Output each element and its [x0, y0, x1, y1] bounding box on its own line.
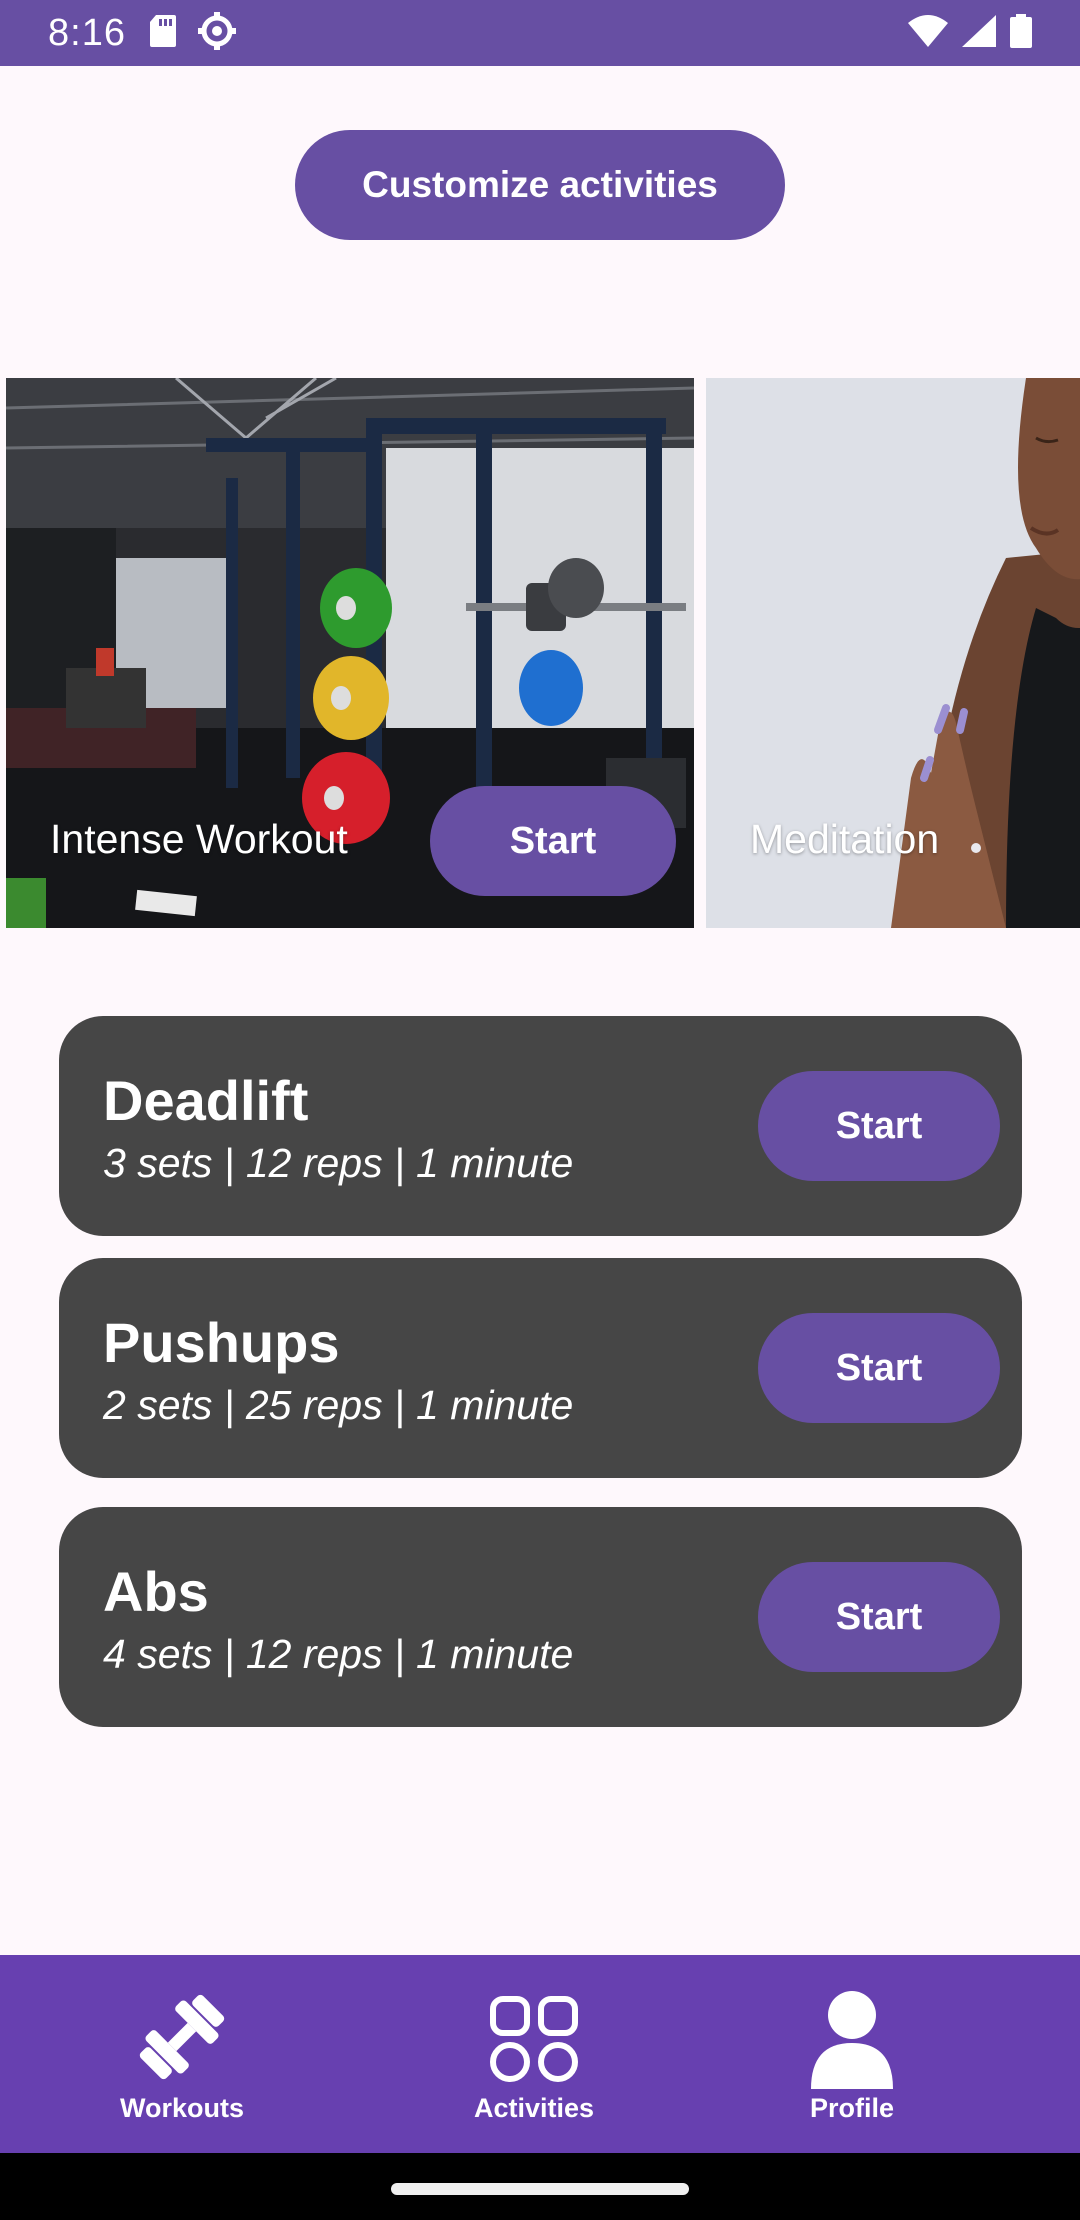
dumbbell-icon	[132, 1987, 232, 2092]
deadlift-start-button[interactable]: Start	[758, 1071, 1000, 1181]
carousel-item-label: Meditation	[750, 816, 940, 862]
status-left-icons	[149, 11, 236, 55]
exercise-name: Deadlift	[103, 1069, 309, 1132]
system-nav-bar	[0, 2153, 1080, 2220]
nav-label: Workouts	[119, 2093, 244, 2123]
status-right-icons	[908, 13, 1032, 53]
nav-label: Profile	[809, 2093, 895, 2123]
status-bar: 8:16	[0, 0, 1080, 66]
abs-start-button[interactable]: Start	[758, 1562, 1000, 1672]
customize-activities-button[interactable]: Customize activities	[295, 130, 785, 240]
exercise-detail: 3 sets | 12 reps | 1 minute	[103, 1140, 574, 1186]
exercise-card-deadlift: Deadlift 3 sets | 12 reps | 1 minute Sta…	[59, 1016, 1022, 1236]
status-time: 8:16	[48, 11, 126, 54]
nav-label: Activities	[473, 2093, 595, 2123]
settings-gear-icon	[197, 11, 236, 55]
carousel-item-meditation[interactable]: Meditation	[706, 378, 1080, 928]
pushups-start-button[interactable]: Start	[758, 1313, 1000, 1423]
exercise-card-pushups: Pushups 2 sets | 25 reps | 1 minute Star…	[59, 1258, 1022, 1478]
person-icon	[807, 1989, 897, 2094]
nav-item-workouts[interactable]: Workouts	[100, 1955, 264, 2153]
signal-icon	[962, 14, 996, 52]
exercise-name: Pushups	[103, 1311, 340, 1374]
sd-card-icon	[149, 14, 176, 52]
app-screen: 8:16 Customize activities Intense Workou…	[0, 0, 1080, 2220]
battery-icon	[1010, 13, 1032, 53]
exercise-detail: 2 sets | 25 reps | 1 minute	[103, 1382, 574, 1428]
exercise-card-abs: Abs 4 sets | 12 reps | 1 minute Start	[59, 1507, 1022, 1727]
nav-item-profile[interactable]: Profile	[770, 1955, 934, 2153]
activity-carousel[interactable]: Intense Workout Start Meditation	[0, 378, 1080, 928]
home-gesture-handle[interactable]	[391, 2183, 689, 2195]
exercise-name: Abs	[103, 1560, 209, 1623]
nav-item-activities[interactable]: Activities	[452, 1955, 616, 2153]
exercise-detail: 4 sets | 12 reps | 1 minute	[103, 1631, 574, 1677]
carousel-item-label: Intense Workout	[50, 816, 348, 862]
wifi-icon	[908, 14, 948, 52]
grid-icon	[489, 1995, 579, 2088]
intense-workout-start-button[interactable]: Start	[430, 786, 676, 896]
carousel-item-intense-workout[interactable]: Intense Workout Start	[6, 378, 694, 928]
bottom-nav: Workouts Activities Profile	[0, 1955, 1080, 2153]
